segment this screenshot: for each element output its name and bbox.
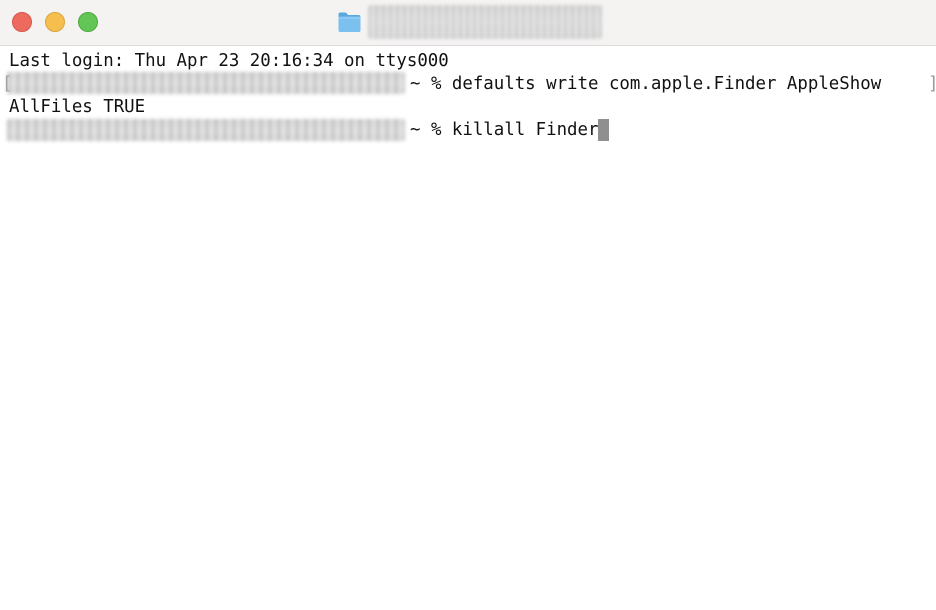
prompt-redacted — [7, 119, 405, 141]
text-cursor — [598, 119, 610, 141]
close-button[interactable] — [12, 12, 32, 32]
command-line-2: ~ % killall Finder — [410, 119, 610, 142]
zoom-button[interactable] — [78, 12, 98, 32]
prompt-redacted — [7, 72, 405, 94]
title-bar[interactable] — [0, 0, 936, 46]
last-login-line: Last login: Thu Apr 23 20:16:34 on ttys0… — [9, 51, 449, 71]
window-title-redacted — [368, 5, 602, 39]
command-text: killall Finder — [451, 120, 599, 140]
folder-icon — [338, 12, 361, 32]
prompt-suffix: ~ % — [410, 74, 452, 94]
command-text: defaults write com.apple.Finder AppleSho… — [451, 74, 882, 94]
bracket-close: ] — [928, 73, 936, 96]
minimize-button[interactable] — [45, 12, 65, 32]
command-line-1: ~ % defaults write com.apple.Finder Appl… — [410, 73, 881, 96]
command-wrap-line: AllFiles TRUE — [9, 97, 146, 117]
terminal-content[interactable]: Last login: Thu Apr 23 20:16:34 on ttys0… — [0, 47, 936, 610]
terminal-window: Last login: Thu Apr 23 20:16:34 on ttys0… — [0, 0, 936, 610]
prompt-suffix: ~ % — [410, 120, 452, 140]
